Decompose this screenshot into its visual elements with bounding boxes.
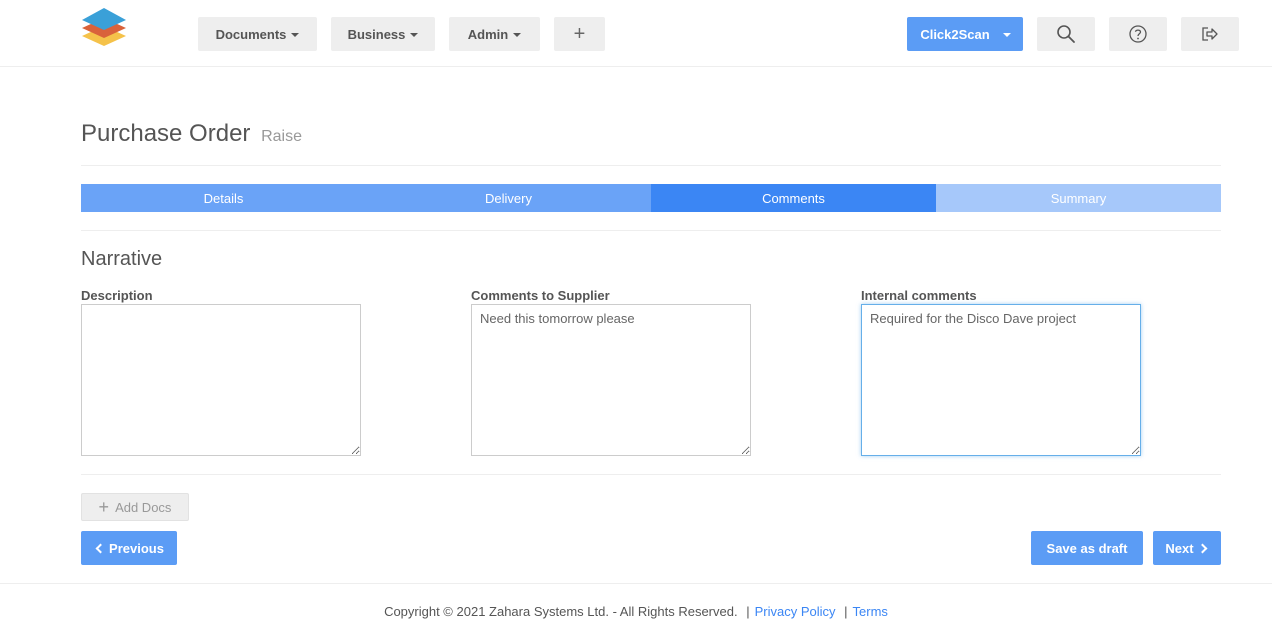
save-draft-button[interactable]: Save as draft	[1031, 531, 1143, 565]
add-docs-button[interactable]: + Add Docs	[81, 493, 189, 521]
divider	[81, 165, 1221, 166]
logout-button[interactable]	[1181, 17, 1239, 51]
caret-down-icon	[513, 33, 522, 37]
step-comments[interactable]: Comments	[651, 184, 936, 212]
previous-button[interactable]: Previous	[81, 531, 177, 565]
app-logo[interactable]	[80, 6, 128, 52]
footer-line: Copyright © 2021 Zahara Systems Ltd. - A…	[0, 604, 1272, 619]
supplier-comments-textarea[interactable]: Need this tomorrow please	[471, 304, 751, 456]
privacy-policy-link[interactable]: Privacy Policy	[755, 604, 836, 619]
supplier-comments-label: Comments to Supplier	[471, 288, 610, 303]
divider	[81, 474, 1221, 475]
copyright-text: Copyright © 2021 Zahara Systems Ltd. - A…	[384, 604, 738, 619]
description-textarea[interactable]	[81, 304, 361, 456]
next-button[interactable]: Next	[1153, 531, 1221, 565]
nav-admin-menu[interactable]: Admin	[449, 17, 540, 51]
caret-down-icon[interactable]	[1003, 33, 1011, 37]
add-new-button[interactable]: +	[554, 17, 605, 51]
search-button[interactable]	[1037, 17, 1095, 51]
nav-business-label: Business	[347, 26, 406, 42]
terms-link[interactable]: Terms	[853, 604, 888, 619]
footer: Copyright © 2021 Zahara Systems Ltd. - A…	[0, 583, 1272, 643]
step-details[interactable]: Details	[81, 184, 366, 212]
logout-icon	[1202, 27, 1218, 41]
caret-down-icon	[410, 33, 419, 37]
click2scan-button[interactable]: Click2Scan	[907, 17, 1023, 51]
page-subtitle: Raise	[261, 128, 302, 145]
section-title: Narrative	[81, 248, 163, 270]
search-icon	[1057, 25, 1075, 43]
click2scan-label: Click2Scan	[920, 26, 990, 42]
divider	[81, 230, 1221, 231]
help-icon	[1129, 25, 1147, 43]
page-title-text: Purchase Order	[81, 120, 251, 147]
caret-down-icon	[291, 33, 300, 37]
next-label: Next	[1165, 540, 1194, 556]
plus-icon: +	[98, 497, 110, 517]
internal-comments-textarea[interactable]: Required for the Disco Dave project	[861, 304, 1141, 456]
wizard-steps: Details Delivery Comments Summary	[81, 184, 1221, 212]
nav-documents-menu[interactable]: Documents	[198, 17, 317, 51]
previous-label: Previous	[109, 540, 164, 556]
nav-documents-label: Documents	[215, 26, 287, 42]
add-docs-label: Add Docs	[115, 499, 172, 515]
nav-admin-label: Admin	[467, 26, 509, 42]
page-title: Purchase Order Raise	[81, 120, 302, 148]
footer-separator: |	[746, 604, 750, 619]
internal-comments-label: Internal comments	[861, 288, 977, 303]
save-draft-label: Save as draft	[1046, 540, 1128, 556]
chevron-right-icon	[1197, 543, 1208, 553]
plus-icon: +	[573, 22, 586, 45]
description-label: Description	[81, 288, 153, 303]
chevron-left-icon	[95, 543, 106, 553]
footer-separator: |	[844, 604, 848, 619]
step-delivery[interactable]: Delivery	[366, 184, 651, 212]
top-navbar: Documents Business Admin + Click2Scan	[0, 0, 1272, 67]
nav-business-menu[interactable]: Business	[331, 17, 435, 51]
step-summary[interactable]: Summary	[936, 184, 1221, 212]
help-button[interactable]	[1109, 17, 1167, 51]
